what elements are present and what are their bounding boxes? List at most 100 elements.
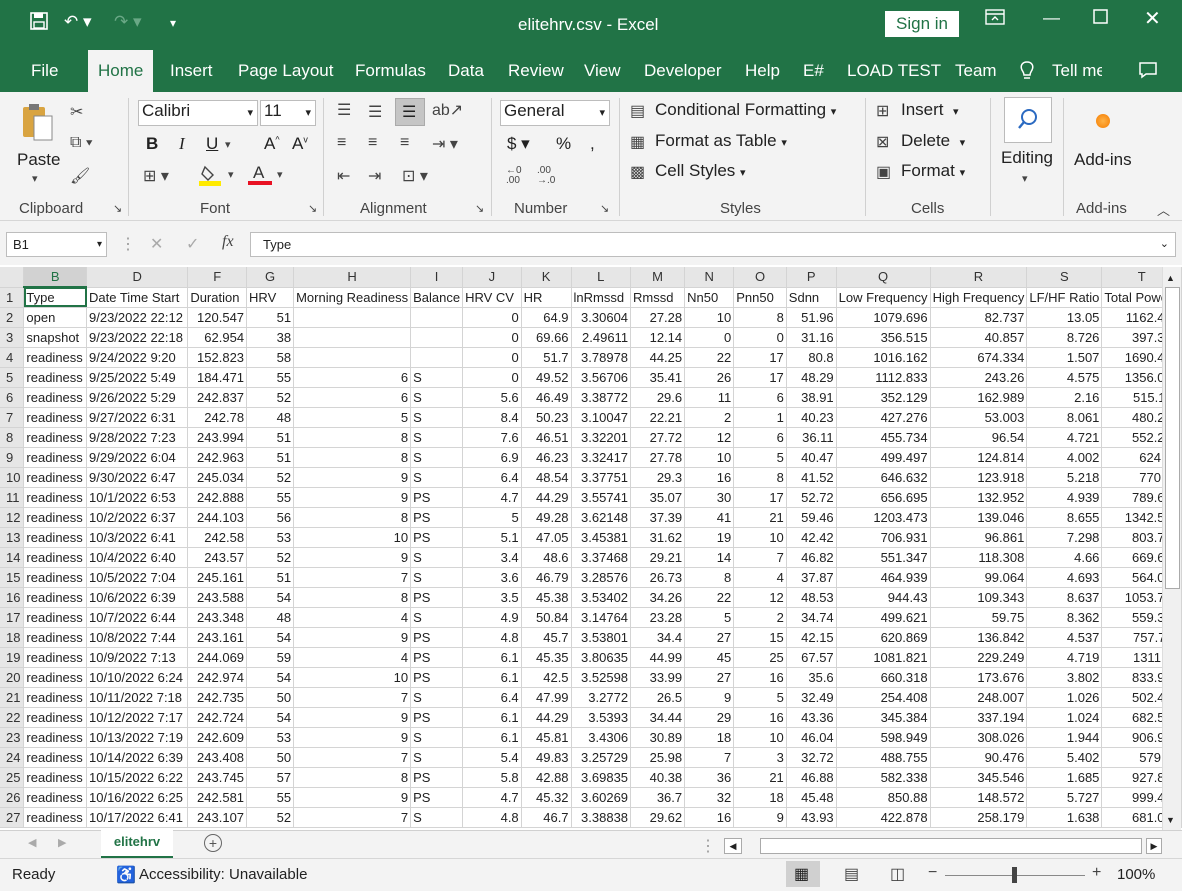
cell[interactable]: 5.8 [462, 767, 522, 788]
cell[interactable]: 27.78 [630, 447, 686, 468]
cell[interactable]: 52 [246, 547, 295, 568]
row-header[interactable]: 26 [0, 787, 25, 808]
minimize-icon[interactable]: — [1043, 8, 1060, 28]
cell[interactable]: 59.46 [786, 507, 837, 528]
cell[interactable]: 58 [246, 347, 295, 368]
cell[interactable]: 1081.821 [836, 647, 931, 668]
cell[interactable]: S [410, 447, 464, 468]
page-break-view-icon[interactable]: ◫ [890, 864, 905, 884]
underline-dropdown-icon[interactable]: ▾ [225, 138, 231, 151]
cell[interactable] [293, 327, 412, 348]
column-header[interactable]: F [187, 267, 248, 288]
cell[interactable]: 6.9 [462, 447, 522, 468]
cell[interactable]: Date Time Start [86, 287, 189, 308]
delete-cells-button[interactable]: Delete ▾ [901, 131, 965, 151]
cell[interactable]: 5 [293, 407, 412, 428]
cell[interactable]: 51 [246, 307, 295, 328]
cell[interactable]: S [410, 427, 464, 448]
cell[interactable]: 52 [246, 387, 295, 408]
cell[interactable] [293, 307, 412, 328]
cell[interactable]: 1203.473 [836, 507, 931, 528]
cell[interactable]: 1.638 [1026, 807, 1103, 828]
cell[interactable]: 244.103 [187, 507, 248, 528]
align-middle-icon[interactable]: ☰ [368, 102, 382, 122]
cell[interactable]: 14 [684, 547, 735, 568]
cell[interactable]: 31.16 [786, 327, 837, 348]
cell[interactable]: 44.29 [521, 487, 572, 508]
cell[interactable]: 551.347 [836, 547, 931, 568]
cell[interactable]: 69.66 [521, 327, 572, 348]
cell[interactable]: 455.734 [836, 427, 931, 448]
column-header[interactable]: B [23, 267, 87, 288]
cell[interactable]: 3.53402 [571, 587, 632, 608]
cell[interactable]: HRV [246, 287, 295, 308]
cell[interactable] [410, 307, 464, 328]
cell[interactable]: 6.1 [462, 667, 522, 688]
cell[interactable]: 646.632 [836, 467, 931, 488]
cell[interactable]: 3.62148 [571, 507, 632, 528]
cell[interactable]: 1079.696 [836, 307, 931, 328]
cell[interactable]: 3.45381 [571, 527, 632, 548]
cell[interactable]: 3.32417 [571, 447, 632, 468]
row-header[interactable]: 22 [0, 707, 25, 728]
cell[interactable]: 124.814 [930, 447, 1028, 468]
cell[interactable]: readiness [23, 527, 87, 548]
cell[interactable]: 51 [246, 427, 295, 448]
cell[interactable]: S [410, 687, 464, 708]
cell[interactable]: 243.408 [187, 747, 248, 768]
name-box[interactable]: B1 ▾ [6, 232, 107, 257]
cell[interactable]: readiness [23, 727, 87, 748]
row-header[interactable]: 12 [0, 507, 25, 528]
cell[interactable]: S [410, 727, 464, 748]
column-header[interactable]: O [733, 267, 787, 288]
collapse-ribbon-icon[interactable]: ︿ [1157, 200, 1170, 219]
cell[interactable]: 15 [733, 627, 787, 648]
cell[interactable]: 6 [293, 367, 412, 388]
cell[interactable]: 9 [293, 467, 412, 488]
cell[interactable]: 33.99 [630, 667, 686, 688]
cell[interactable]: 45.81 [521, 727, 572, 748]
cell[interactable]: 242.974 [187, 667, 248, 688]
cell[interactable]: readiness [23, 467, 87, 488]
cell[interactable]: 242.609 [187, 727, 248, 748]
tab-insert[interactable]: Insert [170, 61, 213, 81]
cell[interactable]: 4.719 [1026, 647, 1103, 668]
cell[interactable]: open [23, 307, 87, 328]
cell[interactable]: 8 [293, 447, 412, 468]
cell[interactable]: 2.16 [1026, 387, 1103, 408]
cell[interactable]: 5 [733, 687, 787, 708]
cell[interactable]: 10/12/2022 7:17 [86, 707, 189, 728]
cell[interactable]: 17 [733, 367, 787, 388]
cell[interactable]: 9 [293, 547, 412, 568]
row-header[interactable]: 11 [0, 487, 25, 508]
cell[interactable]: 944.43 [836, 587, 931, 608]
cell[interactable]: 45.48 [786, 787, 837, 808]
row-header[interactable]: 20 [0, 667, 25, 688]
cell[interactable]: S [410, 467, 464, 488]
cell[interactable]: 345.546 [930, 767, 1028, 788]
cell[interactable]: 50 [246, 687, 295, 708]
number-format-select[interactable]: General ▾ [500, 100, 610, 126]
cell[interactable]: 248.007 [930, 687, 1028, 708]
copy-icon[interactable]: ⧉ ▾ [70, 134, 93, 152]
cell[interactable]: 258.179 [930, 807, 1028, 828]
cell[interactable]: 46.88 [786, 767, 837, 788]
cell[interactable]: 41.52 [786, 467, 837, 488]
cell[interactable]: 10/14/2022 6:39 [86, 747, 189, 768]
cell[interactable]: High Frequency [930, 287, 1028, 308]
comma-icon[interactable]: , [590, 134, 595, 154]
cell[interactable]: 9/23/2022 22:18 [86, 327, 189, 348]
cell[interactable]: 9 [293, 627, 412, 648]
cell[interactable]: snapshot [23, 327, 87, 348]
paste-dropdown-icon[interactable]: ▾ [32, 172, 38, 185]
cell[interactable]: 36.7 [630, 787, 686, 808]
cell[interactable]: 17 [733, 487, 787, 508]
cell[interactable]: 8 [293, 427, 412, 448]
cell[interactable]: 45.32 [521, 787, 572, 808]
cell[interactable]: 499.497 [836, 447, 931, 468]
column-header[interactable]: S [1026, 267, 1103, 288]
cell[interactable]: 40.47 [786, 447, 837, 468]
cell[interactable]: 582.338 [836, 767, 931, 788]
editing-dropdown-icon[interactable]: ▾ [1022, 172, 1028, 185]
cell[interactable]: 242.888 [187, 487, 248, 508]
